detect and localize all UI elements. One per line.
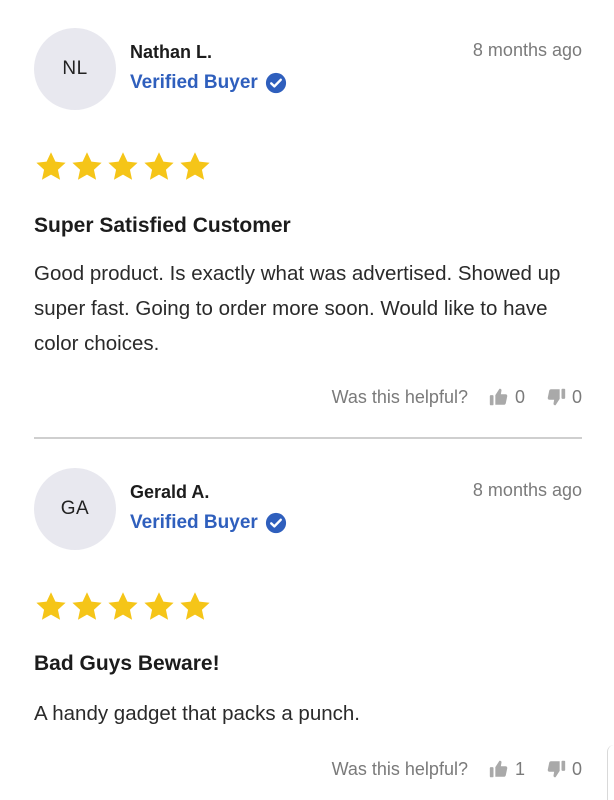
star-icon (72, 592, 102, 620)
thumbs-up-icon (489, 760, 508, 778)
downvote-count: 0 (571, 758, 582, 779)
check-badge-icon (265, 512, 286, 534)
downvote-count: 0 (571, 386, 582, 407)
star-icon (72, 152, 102, 180)
review-title: Bad Guys Beware! (34, 652, 220, 675)
reviewer-name: Nathan L. (130, 42, 213, 62)
upvote-count: 1 (514, 758, 525, 779)
avatar: NL (34, 28, 116, 110)
star-icon (180, 152, 210, 180)
review-body: A handy gadget that packs a punch. (34, 702, 360, 725)
scrollbar[interactable] (607, 745, 614, 800)
star-icon (36, 592, 66, 620)
avatar: GA (34, 468, 116, 550)
review-title: Super Satisfied Customer (34, 214, 291, 237)
upvote-count: 0 (514, 386, 525, 407)
review-body: Good product. Is exactly what was advert… (34, 262, 561, 355)
thumbs-down-icon (547, 760, 566, 778)
verified-label: Verified Buyer (130, 72, 258, 93)
review-divider (34, 437, 582, 439)
helpful-label: Was this helpful? (331, 758, 468, 779)
upvote-button[interactable]: 1 (488, 758, 525, 780)
verified-badge: Verified Buyer (130, 72, 287, 94)
star-icon (144, 592, 174, 620)
review-timestamp: 8 months ago (472, 40, 582, 60)
thumbs-down-icon (547, 388, 566, 406)
helpful-row: Was this helpful? 0 0 (332, 386, 582, 408)
star-rating (34, 590, 212, 624)
star-icon (108, 592, 138, 620)
check-badge-icon (265, 72, 286, 94)
verified-badge: Verified Buyer (130, 512, 287, 534)
downvote-button[interactable]: 0 (545, 386, 582, 408)
verified-label: Verified Buyer (130, 512, 258, 533)
review-timestamp: 8 months ago (472, 480, 582, 500)
star-icon (108, 152, 138, 180)
reviewer-name: Gerald A. (130, 482, 210, 502)
thumbs-up-icon (489, 388, 508, 406)
helpful-row: Was this helpful? 1 0 (332, 758, 582, 780)
star-icon (36, 152, 66, 180)
upvote-button[interactable]: 0 (488, 386, 525, 408)
star-rating (34, 150, 212, 184)
star-icon (144, 152, 174, 180)
helpful-label: Was this helpful? (331, 386, 468, 407)
downvote-button[interactable]: 0 (545, 758, 582, 780)
star-icon (180, 592, 210, 620)
